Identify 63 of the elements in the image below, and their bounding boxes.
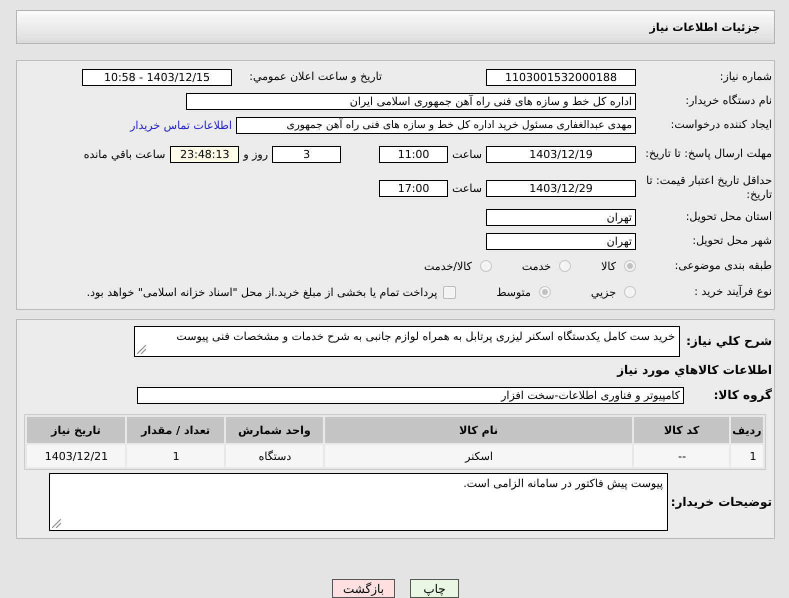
deadline-date-field[interactable]: 1403/12/19 [486,146,636,162]
back-button[interactable]: بازگشت [332,579,395,598]
table-cell: اسکنر [325,445,632,467]
radio-button[interactable] [624,286,636,298]
days-label: روز و [243,148,268,160]
field-label: گروه کالا: [712,388,772,402]
field-label: ایجاد کننده درخواست: [670,118,772,132]
table-cell: 1 [127,445,224,467]
column-header: کد کالا [634,417,730,443]
remaining-time-field: 23:48:13 [170,146,240,162]
field-label: شهر محل تحویل: [691,234,772,248]
section-title: اطلاعات کالاهاي مورد نیاز [616,363,772,377]
field-label: توضیحات خریدار: [670,495,772,509]
city-field[interactable]: تهران [486,232,636,250]
time-label: ساعت [452,148,482,160]
page-title: جزئیات اطلاعات نیاز [650,20,760,34]
option-label: جزیي [590,286,616,298]
option-label: خدمت [522,260,552,272]
table-cell: -- [634,445,730,467]
radio-button[interactable] [624,260,636,272]
table-cell: 1 [731,445,762,467]
option-label: کالا/خدمت [424,260,472,272]
column-header: واحد شمارش [226,417,324,443]
column-header: تاریخ نیاز [26,417,126,443]
remaining-label: ساعت باقي مانده [84,148,166,160]
resize-grip-icon[interactable] [137,345,146,354]
table-cell: دستگاه [226,445,324,467]
buyer-contact-link[interactable]: اطلاعات تماس خریدار [130,118,232,132]
field-label: طبقه بندی موضوعی: [674,259,772,273]
radio-button[interactable] [538,286,551,298]
need-number-field[interactable]: 1103001532000188 [486,68,636,86]
field-label: نام دستگاه خریدار: [684,94,772,108]
field-label: شرح کلي نیاز: [685,333,772,348]
field-label: مهلت ارسال پاسخ: تا تاریخ: [644,147,772,161]
province-field[interactable]: تهران [486,208,636,226]
validity-date-field[interactable]: 1403/12/29 [486,180,636,196]
days-field[interactable]: 3 [272,146,342,162]
column-header: ردیف [731,417,762,443]
option-label: متوسط [496,286,531,298]
table-cell: 1403/12/21 [26,445,126,467]
announce-date-field[interactable]: 1403/12/15 - 10:58 [82,68,232,86]
field-label: شماره نیاز: [718,70,772,84]
summary-field[interactable]: خرید ست کامل یکدستگاه اسکنر لیزری پرتابل به همراه لوازم جانبی به شرح خدمات و مشخصات فنی پیوست [134,326,680,357]
validity-time-field[interactable]: 17:00 [379,180,448,196]
checkbox[interactable] [443,286,456,298]
column-header: تعداد / مقدار [127,417,224,443]
treasury-note: پرداخت تمام یا بخشی از مبلغ خرید.از محل "اسناد خزانه اسلامی" خواهد بود. [86,286,438,298]
field-label: تاریخ و ساعت اعلان عمومي: [248,70,382,84]
radio-button[interactable] [559,260,572,272]
requester-field[interactable]: مهدی عبدالغفاری مسئول خرید اداره کل خط و سازه های فنی راه آهن جمهوری [236,116,636,134]
goods-group-field[interactable]: کامپیوتر و فناوری اطلاعات-سخت افزار [137,386,684,404]
field-label: حداقل تاریخ اعتبار قیمت: تا تاریخ: [645,174,772,202]
field-label: استان محل تحویل: [684,210,772,224]
column-header: نام کالا [325,417,632,443]
radio-button[interactable] [480,260,492,272]
resize-grip-icon[interactable] [52,519,61,528]
time-label: ساعت [452,182,482,194]
deadline-time-field[interactable]: 11:00 [379,146,448,162]
buyer-notes-field[interactable]: پیوست پیش فاکتور در سامانه الزامی است. [49,473,668,531]
buyer-org-field[interactable]: اداره کل خط و سازه های فنی راه آهن جمهوری اسلامی ایران [186,92,636,110]
field-label: نوع فرآیند خرید : [693,285,772,299]
option-label: کالا [601,260,616,272]
print-button[interactable]: چاپ [410,579,459,598]
